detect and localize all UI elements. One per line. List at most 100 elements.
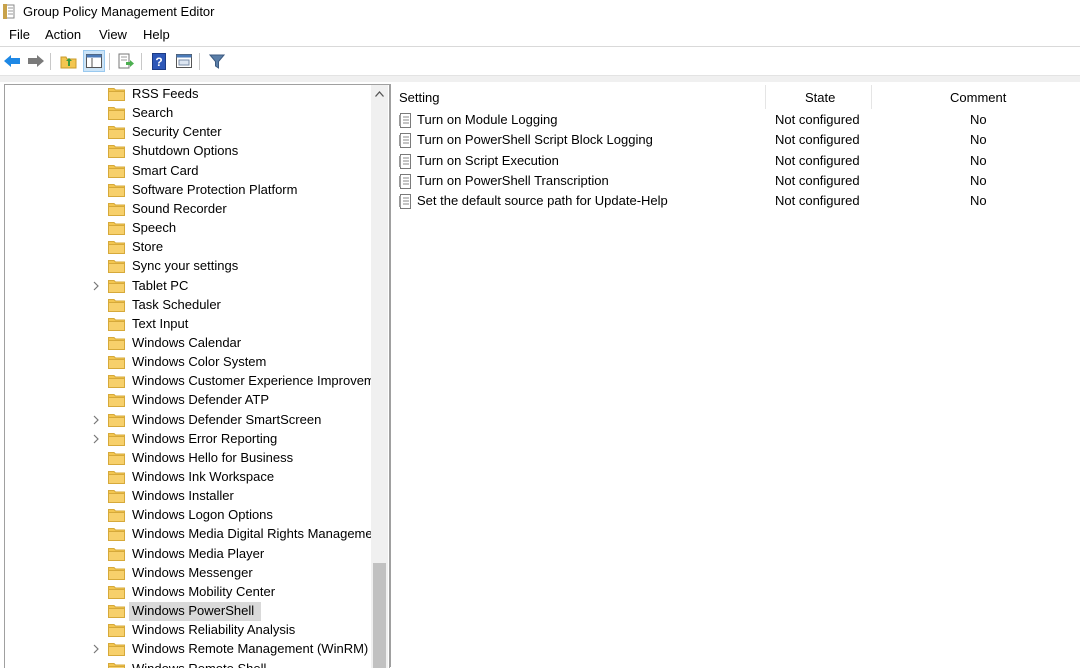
tree-item-label: Text Input [132,316,188,331]
tree-item-label: Windows Logon Options [132,507,273,522]
tree-item[interactable]: Windows Ink Workspace [5,468,371,487]
folder-icon [108,125,125,139]
tree-item[interactable]: Shutdown Options [5,142,371,161]
policy-setting-icon [399,113,412,128]
filter-button[interactable] [207,51,227,71]
setting-row[interactable]: Turn on PowerShell Script Block Logging N… [391,130,1080,150]
tree-item[interactable]: Sync your settings [5,257,371,276]
window-title: Group Policy Management Editor [23,4,214,19]
column-header-setting[interactable]: Setting [391,84,765,110]
folder-icon [108,451,125,465]
policy-setting-icon [399,194,412,209]
tree-item[interactable]: Software Protection Platform [5,181,371,200]
folder-icon [108,393,125,407]
scrollbar-thumb[interactable] [373,563,386,668]
menu-file[interactable]: File [8,27,31,42]
tree-item[interactable]: Task Scheduler [5,296,371,315]
chevron-right-icon[interactable] [91,433,101,445]
setting-row[interactable]: Turn on Module LoggingNot configuredNo [391,110,1080,130]
toolbar-separator [50,53,51,70]
folder-icon [108,87,125,101]
tree-item[interactable]: Windows Color System [5,353,371,372]
tree-item[interactable]: Windows Defender SmartScreen [5,411,371,430]
folder-icon [108,508,125,522]
tree-item[interactable]: RSS Feeds [5,85,371,104]
export-list-icon [118,53,135,69]
chevron-right-icon[interactable] [91,280,101,292]
tree-item[interactable]: Windows Media Digital Rights Manageme [5,525,371,544]
tree-item[interactable]: Windows Media Player [5,545,371,564]
tree-item[interactable]: Security Center [5,123,371,142]
folder-icon [108,413,125,427]
setting-comment: No [970,173,987,188]
chevron-right-icon[interactable] [91,643,101,655]
tree-item[interactable]: Windows Customer Experience Improvem [5,372,371,391]
tree-item-label: Windows PowerShell [132,603,254,618]
folder-icon [108,259,125,273]
menu-view[interactable]: View [98,27,128,42]
tree-item[interactable]: Windows Calendar [5,334,371,353]
tree-item-label: Tablet PC [132,278,188,293]
tree-item[interactable]: Smart Card [5,162,371,181]
setting-row[interactable]: Turn on Script ExecutionNot configuredNo [391,151,1080,171]
tree-item[interactable]: Windows PowerShell [5,602,371,621]
folder-icon [108,144,125,158]
scroll-up-button[interactable] [371,85,388,102]
setting-name: Turn on PowerShell Transcription [417,173,609,188]
tree-vertical-scrollbar[interactable] [371,85,388,668]
tree-item-label: Windows Customer Experience Improvem [132,373,375,388]
tree-item-label: Windows Remote Management (WinRM) [132,641,368,656]
setting-name: Turn on PowerShell Script Block Logging [417,132,653,147]
column-header-state[interactable]: State [766,84,871,110]
tree-item-label: Windows Defender ATP [132,392,269,407]
folder-icon [108,317,125,331]
tree-item[interactable]: Windows Error Reporting [5,430,371,449]
properties-button[interactable] [174,51,194,71]
help-button[interactable]: ? [149,51,169,71]
policy-editor-app-icon [3,4,16,19]
folder-icon [108,662,125,668]
folder-icon [108,183,125,197]
setting-row[interactable]: Turn on PowerShell TranscriptionNot conf… [391,171,1080,191]
setting-row[interactable]: Set the default source path for Update-H… [391,191,1080,211]
tree-item-label: Windows Defender SmartScreen [132,412,321,427]
folder-icon [108,240,125,254]
tree-item[interactable]: Windows Messenger [5,564,371,583]
tree-item[interactable]: Windows Hello for Business [5,449,371,468]
tree-item[interactable]: Windows Reliability Analysis [5,621,371,640]
tree-item[interactable]: Text Input [5,315,371,334]
toolbar: ? [0,47,1080,75]
tree-item[interactable]: Windows Defender ATP [5,391,371,410]
tree-item[interactable]: Windows Remote Management (WinRM) [5,640,371,659]
tree-item[interactable]: Search [5,104,371,123]
back-button[interactable] [2,51,22,71]
menu-action[interactable]: Action [44,27,82,42]
tree-item[interactable]: Speech [5,219,371,238]
export-list-button[interactable] [116,51,136,71]
setting-comment: No [970,132,987,147]
tree-item[interactable]: Sound Recorder [5,200,371,219]
column-header-comment-label: Comment [950,90,1006,105]
chevron-right-icon[interactable] [91,414,101,426]
tree-item[interactable]: Windows Logon Options [5,506,371,525]
folder-icon [108,585,125,599]
tree-item-label: Windows Calendar [132,335,241,350]
settings-list-pane: Setting State Comment Turn on Module Log… [390,84,1080,667]
tree-item-label: RSS Feeds [132,86,198,101]
menu-help[interactable]: Help [142,27,171,42]
setting-name: Turn on Module Logging [417,112,557,127]
tree-item[interactable]: Store [5,238,371,257]
tree-item-label: Security Center [132,124,222,139]
column-header-comment[interactable]: Comment [872,84,1080,110]
tree-item-label: Sync your settings [132,258,238,273]
tree-item[interactable]: Windows Installer [5,487,371,506]
tree-item-label: Task Scheduler [132,297,221,312]
show-hide-console-tree-button[interactable] [84,51,104,71]
up-one-level-button[interactable] [58,51,78,71]
tree-item-label: Shutdown Options [132,143,238,158]
tree-item[interactable]: Windows Mobility Center [5,583,371,602]
folder-icon [108,623,125,637]
tree-item[interactable]: Tablet PC [5,277,371,296]
forward-button[interactable] [26,51,46,71]
console-tree[interactable]: RSS Feeds SearchSecurity Center Shutdown O… [4,84,390,668]
